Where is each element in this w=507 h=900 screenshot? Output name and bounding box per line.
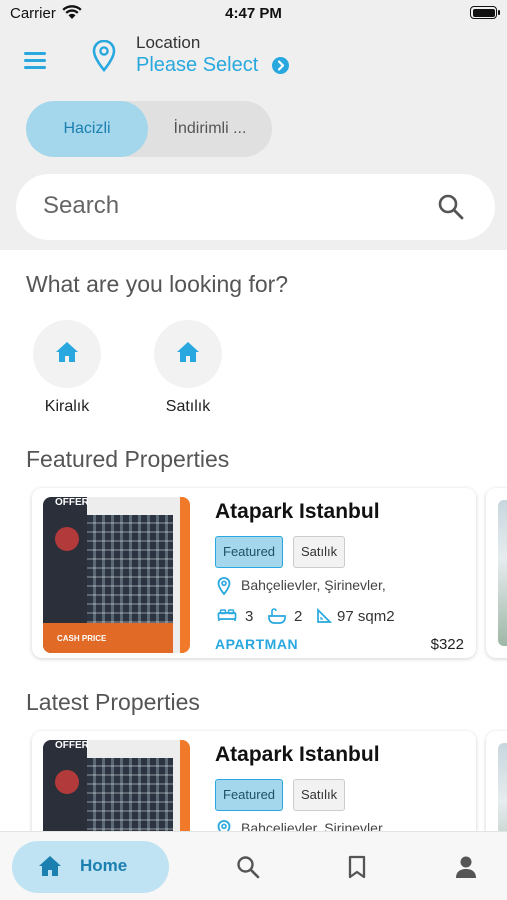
- tab-bar: Home: [0, 831, 507, 900]
- bed-icon: [217, 608, 237, 626]
- sale-badge: Satılık: [293, 779, 346, 811]
- location-pin-icon: [92, 39, 116, 77]
- search-icon[interactable]: [236, 855, 260, 884]
- property-card-next[interactable]: [486, 488, 507, 658]
- tab-home[interactable]: Home: [12, 841, 169, 893]
- category-kiralik[interactable]: Kiralık: [33, 320, 101, 416]
- category-icon-wrap: [154, 320, 222, 388]
- property-address: Bahçelievler, Şirinevler,: [217, 577, 386, 596]
- image-cash-text: CASH PRICE: [57, 634, 107, 643]
- section-title-featured: Featured Properties: [26, 446, 230, 472]
- search-bar[interactable]: Search: [16, 174, 495, 240]
- sale-badge: Satılık: [293, 536, 346, 568]
- home-icon: [55, 341, 79, 368]
- property-image: OFFER CASH PRICE: [43, 497, 190, 653]
- clock: 4:47 PM: [225, 5, 282, 22]
- category-icon-wrap: [33, 320, 101, 388]
- bath-icon: [267, 608, 287, 628]
- beds-count: 3: [245, 608, 254, 625]
- image-offer-text: OFFER: [55, 740, 89, 751]
- person-icon[interactable]: [455, 855, 477, 884]
- baths-count: 2: [294, 608, 303, 625]
- toggle-option-hacizli[interactable]: Hacizli: [26, 101, 148, 157]
- header: Location Please Select Hacizli İndirimli…: [0, 26, 507, 250]
- search-icon[interactable]: [437, 193, 465, 226]
- listing-type-toggle: Hacizli İndirimli ...: [26, 101, 272, 157]
- home-icon: [38, 855, 62, 882]
- location-selector[interactable]: Please Select: [136, 54, 258, 77]
- featured-badge: Featured: [215, 779, 284, 811]
- featured-badge: Featured: [215, 536, 284, 568]
- section-title-latest: Latest Properties: [26, 689, 200, 715]
- bookmark-icon[interactable]: [347, 855, 367, 884]
- property-price: $322: [430, 636, 464, 653]
- toggle-option-indirimli[interactable]: İndirimli ...: [148, 101, 272, 157]
- category-label: Satılık: [165, 398, 211, 415]
- status-bar: Carrier 4:47 PM: [0, 0, 507, 26]
- address-text: Bahçelievler, Şirinevler,: [241, 577, 386, 593]
- area-value: 97 sqm2: [337, 608, 395, 625]
- property-type: APARTMAN: [215, 636, 299, 652]
- location-pin-icon: [217, 577, 231, 598]
- property-title: Atapark Istanbul: [215, 743, 380, 766]
- area-icon: [316, 607, 333, 628]
- search-input[interactable]: Search: [43, 192, 119, 220]
- location-label: Location: [136, 33, 201, 52]
- menu-icon[interactable]: [22, 50, 48, 70]
- category-satilik[interactable]: Satılık: [154, 320, 222, 416]
- chevron-right-icon[interactable]: [272, 57, 289, 74]
- image-offer-text: OFFER: [55, 497, 89, 508]
- section-title-looking-for: What are you looking for?: [26, 271, 289, 297]
- category-label: Kiralık: [44, 398, 90, 415]
- home-icon: [176, 341, 200, 368]
- property-card[interactable]: OFFER CASH PRICE Atapark Istanbul Featur…: [32, 488, 476, 658]
- property-title: Atapark Istanbul: [215, 500, 380, 523]
- battery-icon: [470, 6, 500, 19]
- tab-home-label: Home: [80, 856, 128, 875]
